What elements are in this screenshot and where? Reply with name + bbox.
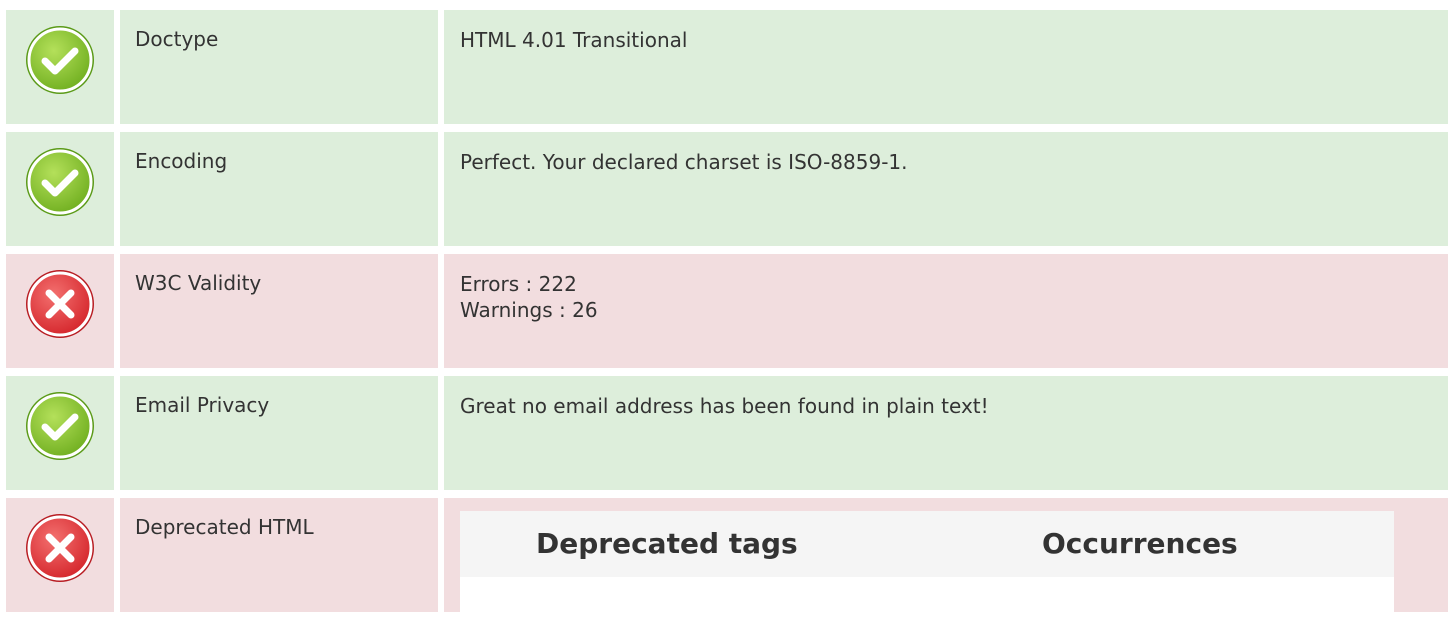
errors-count: Errors : 222 [460,272,577,296]
check-icon [26,148,94,216]
column-header-deprecated-tags: Deprecated tags [536,527,798,560]
check-row-encoding: Encoding Perfect. Your declared charset … [6,132,1448,246]
status-cell [6,498,114,612]
check-icon [26,392,94,460]
deprecated-tags-table: Deprecated tags Occurrences [460,511,1394,617]
check-value: Perfect. Your declared charset is ISO-88… [444,132,1448,246]
check-row-deprecated-html: Deprecated HTML Deprecated tags Occurren… [6,498,1448,617]
table-body [460,577,1394,617]
check-icon [26,26,94,94]
check-label: W3C Validity [120,254,438,368]
cross-icon [26,514,94,582]
status-cell [6,132,114,246]
table-header: Deprecated tags Occurrences [460,511,1394,577]
check-label: Deprecated HTML [120,498,438,612]
check-row-doctype: Doctype HTML 4.01 Transitional [6,10,1448,124]
check-value: Errors : 222 Warnings : 26 [444,254,1448,368]
status-cell [6,254,114,368]
check-label: Encoding [120,132,438,246]
check-value: Great no email address has been found in… [444,376,1448,490]
cross-icon [26,270,94,338]
check-row-w3c-validity: W3C Validity Errors : 222 Warnings : 26 [6,254,1448,368]
check-label: Email Privacy [120,376,438,490]
check-value: Deprecated tags Occurrences [444,498,1448,617]
check-label: Doctype [120,10,438,124]
check-value: HTML 4.01 Transitional [444,10,1448,124]
warnings-count: Warnings : 26 [460,298,598,322]
check-row-email-privacy: Email Privacy Great no email address has… [6,376,1448,490]
status-cell [6,10,114,124]
column-header-occurrences: Occurrences [1042,527,1238,560]
status-cell [6,376,114,490]
